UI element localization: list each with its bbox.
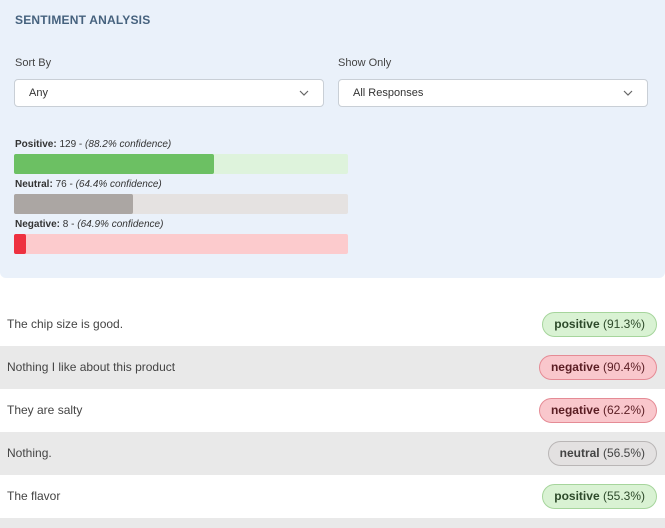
show-only-label: Show Only: [338, 57, 392, 69]
response-text: The flavor: [7, 489, 61, 503]
list-item[interactable]: Nothing. neutral (56.5%): [0, 432, 665, 475]
sentiment-kind: positive: [554, 489, 600, 503]
neutral-summary: Neutral: 76 - (64.4% confidence): [15, 179, 162, 190]
response-text: Nothing I like about this product: [7, 360, 176, 374]
positive-bar-fill: [14, 154, 215, 174]
positive-count: 129: [59, 139, 77, 150]
positive-label: Positive:: [15, 139, 57, 150]
sentiment-badge: positive (91.3%): [542, 312, 657, 337]
sentiment-score: (90.4%): [602, 360, 645, 374]
list-item[interactable]: Nothing I like about this product negati…: [0, 346, 665, 389]
positive-bar-track: [14, 154, 348, 174]
neutral-label: Neutral:: [15, 179, 53, 190]
sentiment-score: (91.3%): [602, 317, 645, 331]
negative-bar-fill: [14, 234, 27, 254]
sentiment-badge: negative (90.4%): [538, 355, 657, 380]
sentiment-badge: negative (62.2%): [538, 398, 657, 423]
sort-by-label: Sort By: [15, 57, 52, 69]
sentiment-kind: positive: [554, 317, 600, 331]
sentiment-badge: neutral (56.5%): [547, 441, 657, 466]
negative-summary: Negative: 8 - (64.9% confidence): [15, 219, 164, 230]
sentiment-score: (62.2%): [602, 403, 645, 417]
list-item[interactable]: The flavor positive (55.3%): [0, 475, 665, 518]
sentiment-kind: negative: [550, 403, 600, 417]
show-only-select[interactable]: All Responses: [338, 79, 648, 107]
list-item-partial: [0, 518, 665, 528]
list-item[interactable]: They are salty negative (62.2%): [0, 389, 665, 432]
list-item[interactable]: The chip size is good. positive (91.3%): [0, 303, 665, 346]
chevron-down-icon: [623, 90, 633, 96]
neutral-confidence: (64.4% confidence): [75, 179, 162, 190]
response-text: They are salty: [7, 403, 83, 417]
negative-bar-track: [14, 234, 348, 254]
sentiment-score: (56.5%): [602, 446, 645, 460]
positive-confidence: (88.2% confidence): [85, 139, 172, 150]
neutral-bar-track: [14, 194, 348, 214]
show-only-value: All Responses: [353, 87, 424, 99]
sentiment-kind: neutral: [559, 446, 600, 460]
sentiment-badge: positive (55.3%): [542, 484, 657, 509]
neutral-bar-fill: [14, 194, 133, 214]
positive-summary: Positive: 129 - (88.2% confidence): [15, 139, 172, 150]
response-text: The chip size is good.: [7, 317, 124, 331]
response-list: The chip size is good. positive (91.3%) …: [0, 303, 665, 528]
negative-label: Negative:: [15, 219, 61, 230]
neutral-count: 76: [55, 179, 67, 190]
panel-title: SENTIMENT ANALYSIS: [15, 13, 151, 27]
sort-by-value: Any: [29, 87, 48, 99]
sort-by-select[interactable]: Any: [14, 79, 324, 107]
chevron-down-icon: [299, 90, 309, 96]
sentiment-score: (55.3%): [602, 489, 645, 503]
negative-confidence: (64.9% confidence): [77, 219, 164, 230]
negative-count: 8: [62, 219, 69, 230]
sentiment-kind: negative: [550, 360, 600, 374]
response-text: Nothing.: [7, 446, 52, 460]
sentiment-analysis-panel: SENTIMENT ANALYSIS Sort By Any Show Only…: [0, 0, 665, 278]
